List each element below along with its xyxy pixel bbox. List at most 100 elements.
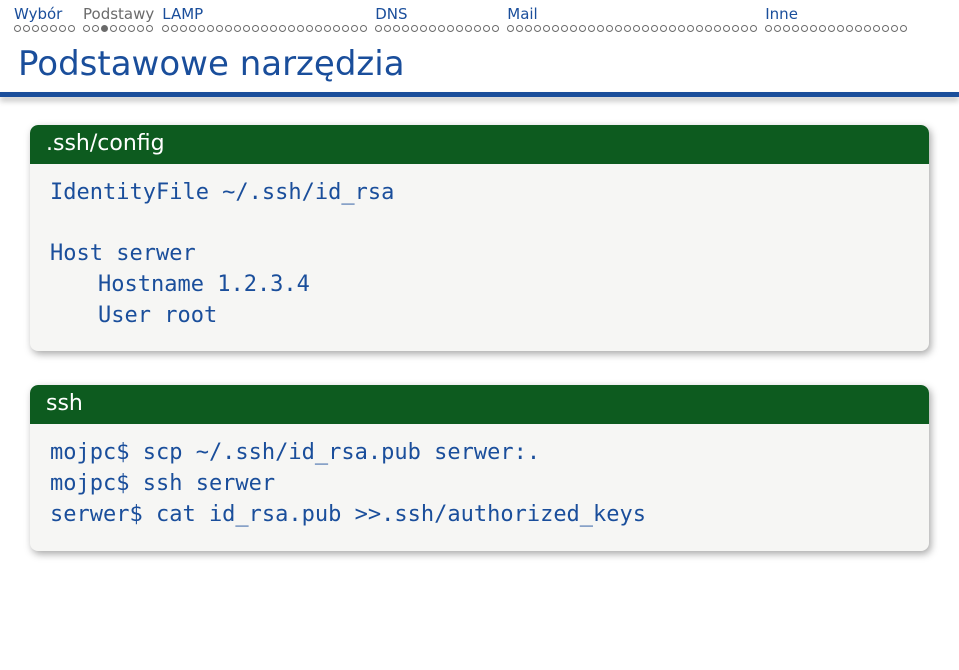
- nav-section-mail[interactable]: Mail: [503, 4, 761, 36]
- progress-dot[interactable]: [146, 25, 153, 32]
- nav-label[interactable]: LAMP: [158, 4, 207, 23]
- progress-dot[interactable]: [705, 25, 712, 32]
- progress-dot[interactable]: [261, 25, 268, 32]
- progress-dot[interactable]: [525, 25, 532, 32]
- progress-dot[interactable]: [270, 25, 277, 32]
- progress-dot[interactable]: [324, 25, 331, 32]
- progress-dot[interactable]: [351, 25, 358, 32]
- progress-dot[interactable]: [732, 25, 739, 32]
- progress-dot[interactable]: [360, 25, 367, 32]
- progress-dot[interactable]: [198, 25, 205, 32]
- progress-dot[interactable]: [660, 25, 667, 32]
- progress-dot[interactable]: [714, 25, 721, 32]
- progress-dot[interactable]: [492, 25, 499, 32]
- progress-dot[interactable]: [171, 25, 178, 32]
- progress-dot[interactable]: [588, 25, 595, 32]
- progress-dot[interactable]: [552, 25, 559, 32]
- nav-section-wybór[interactable]: Wybór: [10, 4, 79, 36]
- progress-dot[interactable]: [68, 25, 75, 32]
- progress-dot[interactable]: [873, 25, 880, 32]
- progress-dot[interactable]: [92, 25, 99, 32]
- progress-dot[interactable]: [801, 25, 808, 32]
- progress-dot[interactable]: [288, 25, 295, 32]
- progress-dot[interactable]: [615, 25, 622, 32]
- progress-dot[interactable]: [32, 25, 39, 32]
- progress-dot[interactable]: [792, 25, 799, 32]
- nav-section-podstawy[interactable]: Podstawy: [79, 4, 158, 36]
- progress-dot[interactable]: [687, 25, 694, 32]
- progress-dot[interactable]: [456, 25, 463, 32]
- progress-dot[interactable]: [516, 25, 523, 32]
- progress-dot[interactable]: [128, 25, 135, 32]
- progress-dot[interactable]: [315, 25, 322, 32]
- nav-label[interactable]: Inne: [761, 4, 802, 23]
- progress-dot[interactable]: [438, 25, 445, 32]
- progress-dot[interactable]: [696, 25, 703, 32]
- progress-dot[interactable]: [110, 25, 117, 32]
- progress-dot[interactable]: [882, 25, 889, 32]
- nav-label[interactable]: Wybór: [10, 4, 66, 23]
- progress-dot[interactable]: [606, 25, 613, 32]
- progress-dot[interactable]: [783, 25, 790, 32]
- progress-dot[interactable]: [633, 25, 640, 32]
- progress-dot[interactable]: [819, 25, 826, 32]
- progress-dot[interactable]: [774, 25, 781, 32]
- progress-dot[interactable]: [225, 25, 232, 32]
- progress-dot[interactable]: [384, 25, 391, 32]
- progress-dot[interactable]: [180, 25, 187, 32]
- progress-dot[interactable]: [243, 25, 250, 32]
- progress-dot[interactable]: [810, 25, 817, 32]
- progress-dot[interactable]: [651, 25, 658, 32]
- progress-dot[interactable]: [420, 25, 427, 32]
- progress-dot[interactable]: [624, 25, 631, 32]
- progress-dot[interactable]: [465, 25, 472, 32]
- nav-label[interactable]: Mail: [503, 4, 541, 23]
- progress-dot[interactable]: [333, 25, 340, 32]
- progress-dot[interactable]: [534, 25, 541, 32]
- progress-dot[interactable]: [162, 25, 169, 32]
- progress-dot[interactable]: [765, 25, 772, 32]
- progress-dot[interactable]: [297, 25, 304, 32]
- progress-dot[interactable]: [579, 25, 586, 32]
- progress-dot[interactable]: [216, 25, 223, 32]
- progress-dot[interactable]: [678, 25, 685, 32]
- nav-section-dns[interactable]: DNS: [371, 4, 503, 36]
- progress-dot[interactable]: [891, 25, 898, 32]
- nav-label[interactable]: DNS: [371, 4, 411, 23]
- nav-section-inne[interactable]: Inne: [761, 4, 911, 36]
- progress-dot[interactable]: [137, 25, 144, 32]
- progress-dot[interactable]: [750, 25, 757, 32]
- progress-dot[interactable]: [50, 25, 57, 32]
- progress-dot[interactable]: [342, 25, 349, 32]
- progress-dot[interactable]: [507, 25, 514, 32]
- progress-dot[interactable]: [59, 25, 66, 32]
- progress-dot[interactable]: [828, 25, 835, 32]
- progress-dot[interactable]: [543, 25, 550, 32]
- progress-dot[interactable]: [597, 25, 604, 32]
- progress-dot[interactable]: [234, 25, 241, 32]
- progress-dot[interactable]: [447, 25, 454, 32]
- progress-dot[interactable]: [483, 25, 490, 32]
- progress-dot[interactable]: [561, 25, 568, 32]
- progress-dot[interactable]: [393, 25, 400, 32]
- progress-dot[interactable]: [306, 25, 313, 32]
- progress-dot[interactable]: [837, 25, 844, 32]
- nav-label[interactable]: Podstawy: [79, 4, 158, 23]
- progress-dot[interactable]: [14, 25, 21, 32]
- progress-dot[interactable]: [846, 25, 853, 32]
- progress-dot[interactable]: [23, 25, 30, 32]
- progress-dot[interactable]: [474, 25, 481, 32]
- progress-dot[interactable]: [101, 25, 108, 32]
- progress-dot[interactable]: [570, 25, 577, 32]
- progress-dot[interactable]: [189, 25, 196, 32]
- progress-dot[interactable]: [723, 25, 730, 32]
- progress-dot[interactable]: [429, 25, 436, 32]
- progress-dot[interactable]: [375, 25, 382, 32]
- progress-dot[interactable]: [411, 25, 418, 32]
- progress-dot[interactable]: [669, 25, 676, 32]
- progress-dot[interactable]: [207, 25, 214, 32]
- progress-dot[interactable]: [279, 25, 286, 32]
- progress-dot[interactable]: [642, 25, 649, 32]
- nav-section-lamp[interactable]: LAMP: [158, 4, 371, 36]
- progress-dot[interactable]: [83, 25, 90, 32]
